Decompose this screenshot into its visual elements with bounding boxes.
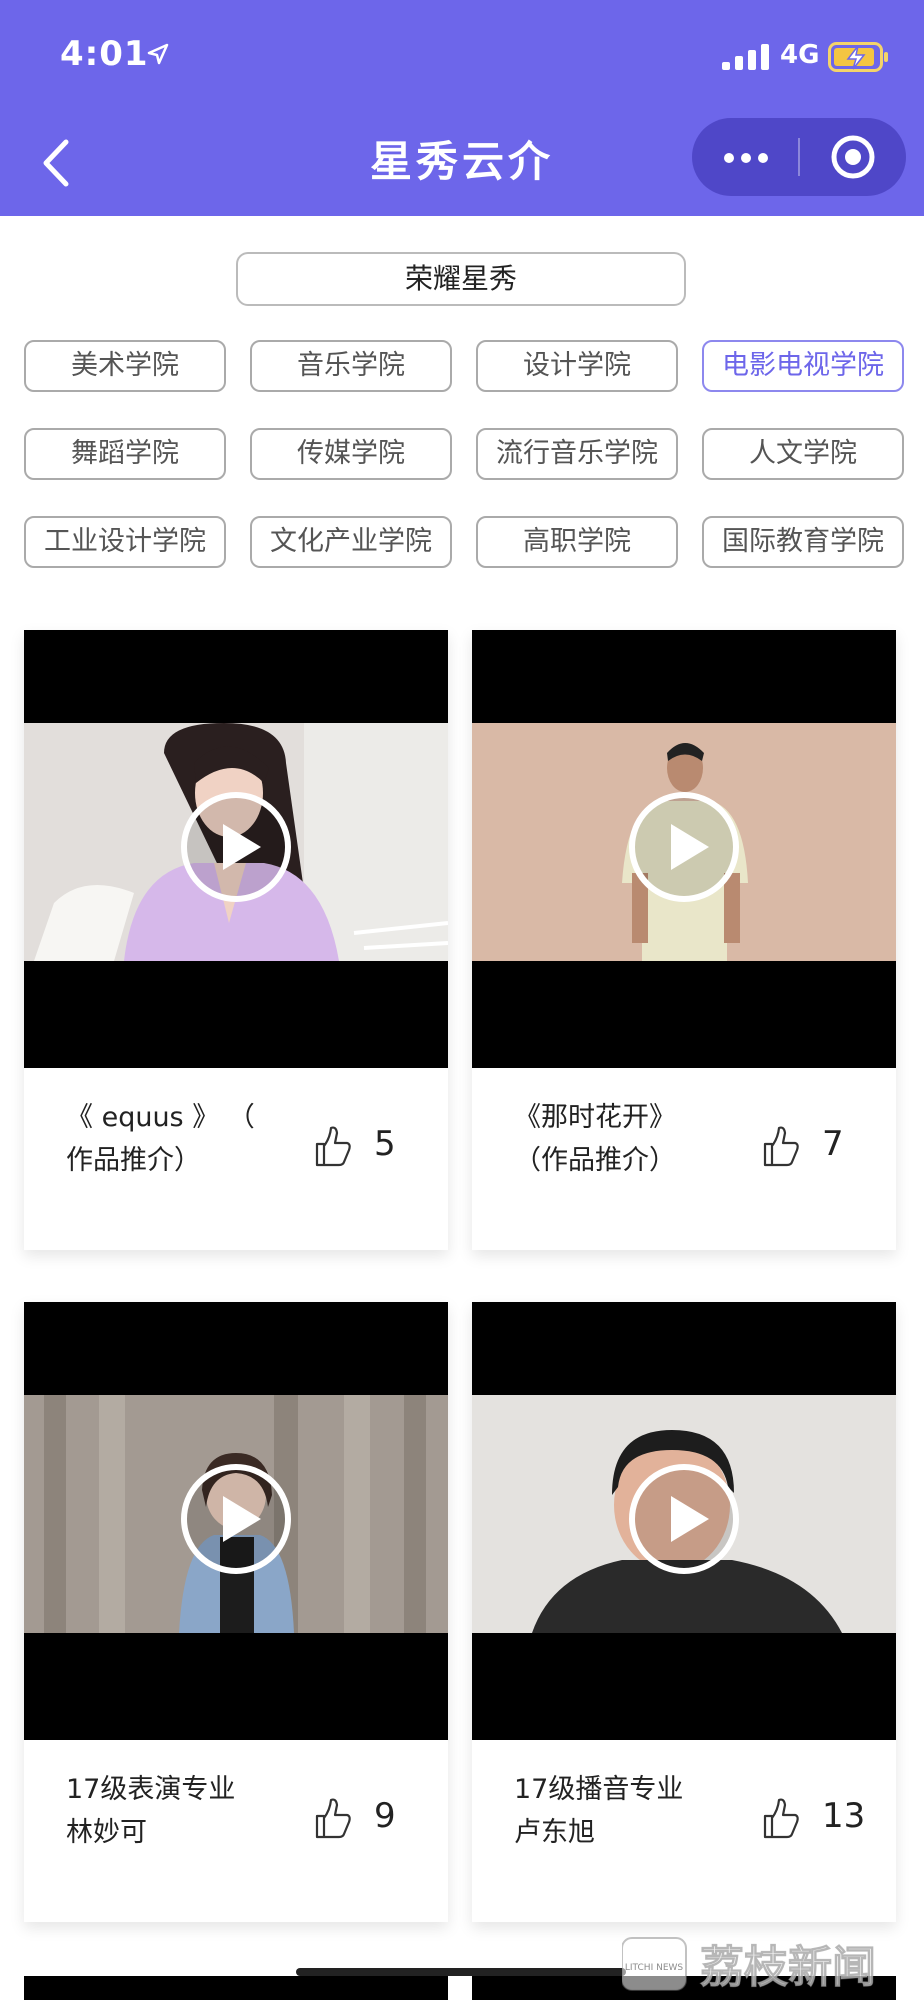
home-indicator xyxy=(296,1968,626,1976)
signal-icon xyxy=(722,44,769,70)
tag-college[interactable]: 文化产业学院 xyxy=(250,516,452,568)
caption-line: 林妙可 xyxy=(66,1817,147,1848)
play-icon[interactable] xyxy=(179,1462,293,1576)
tag-college[interactable]: 人文学院 xyxy=(702,428,904,480)
video-player[interactable] xyxy=(24,1302,448,1740)
status-time: 4:01 xyxy=(60,34,149,74)
caption-line: 17级播音专业 xyxy=(514,1774,684,1805)
caption-line: 《那时花开》 xyxy=(514,1102,676,1133)
caption-line: 卢东旭 xyxy=(514,1817,595,1848)
video-card[interactable]: 《 equus 》 （ 作品推介） 5 xyxy=(24,630,448,1250)
like-count: 7 xyxy=(822,1124,844,1164)
tag-college[interactable]: 高职学院 xyxy=(476,516,678,568)
tag-college[interactable]: 音乐学院 xyxy=(250,340,452,392)
video-player[interactable] xyxy=(24,630,448,1068)
card-caption: 《那时花开》 （作品推介） xyxy=(514,1096,714,1182)
thumbs-up-icon[interactable] xyxy=(762,1796,800,1840)
tag-college[interactable]: 舞蹈学院 xyxy=(24,428,226,480)
tag-college-active[interactable]: 电影电视学院 xyxy=(702,340,904,392)
caption-line: 17级表演专业 xyxy=(66,1774,236,1805)
category-selector[interactable]: 荣耀星秀 xyxy=(236,252,686,306)
video-card[interactable]: 17级表演专业 林妙可 9 xyxy=(24,1302,448,1922)
battery-charging-icon xyxy=(828,42,888,72)
play-icon[interactable] xyxy=(179,790,293,904)
close-target-icon[interactable] xyxy=(800,118,906,196)
video-player[interactable] xyxy=(472,630,896,1068)
video-player[interactable] xyxy=(472,1302,896,1740)
card-caption: 17级表演专业 林妙可 xyxy=(66,1768,266,1854)
tag-college[interactable]: 美术学院 xyxy=(24,340,226,392)
network-type: 4G xyxy=(780,40,820,70)
caption-line: （作品推介） xyxy=(514,1145,676,1176)
tag-college[interactable]: 流行音乐学院 xyxy=(476,428,678,480)
svg-text:LITCHI NEWS: LITCHI NEWS xyxy=(625,1963,684,1973)
svg-text:荔枝新闻: 荔枝新闻 xyxy=(700,1942,876,1993)
thumbs-up-icon[interactable] xyxy=(314,1796,352,1840)
more-dots-icon[interactable] xyxy=(692,118,798,196)
college-tags: 美术学院 音乐学院 设计学院 电影电视学院 舞蹈学院 传媒学院 流行音乐学院 人… xyxy=(24,340,904,568)
watermark-logo: LITCHI NEWS 荔枝新闻 xyxy=(622,1937,877,1994)
header-bar: 4:01 4G 星秀云介 xyxy=(0,0,924,216)
tag-college[interactable]: 国际教育学院 xyxy=(702,516,904,568)
caption-line: 《 equus 》 （ xyxy=(66,1102,255,1133)
like-count: 9 xyxy=(374,1796,396,1836)
location-arrow-icon xyxy=(147,43,169,65)
play-icon[interactable] xyxy=(627,1462,741,1576)
tag-college[interactable]: 传媒学院 xyxy=(250,428,452,480)
thumbs-up-icon[interactable] xyxy=(762,1124,800,1168)
like-count: 13 xyxy=(822,1796,866,1836)
card-caption: 《 equus 》 （ 作品推介） xyxy=(66,1096,266,1182)
thumbs-up-icon[interactable] xyxy=(314,1124,352,1168)
card-caption: 17级播音专业 卢东旭 xyxy=(514,1768,714,1854)
next-card-peek[interactable] xyxy=(24,1976,448,2000)
mini-program-capsule xyxy=(692,118,906,196)
caption-line: 作品推介） xyxy=(66,1145,201,1176)
video-card[interactable]: 《那时花开》 （作品推介） 7 xyxy=(472,630,896,1250)
like-count: 5 xyxy=(374,1124,396,1164)
play-icon[interactable] xyxy=(627,790,741,904)
video-card[interactable]: 17级播音专业 卢东旭 13 xyxy=(472,1302,896,1922)
tag-college[interactable]: 设计学院 xyxy=(476,340,678,392)
tag-college[interactable]: 工业设计学院 xyxy=(24,516,226,568)
